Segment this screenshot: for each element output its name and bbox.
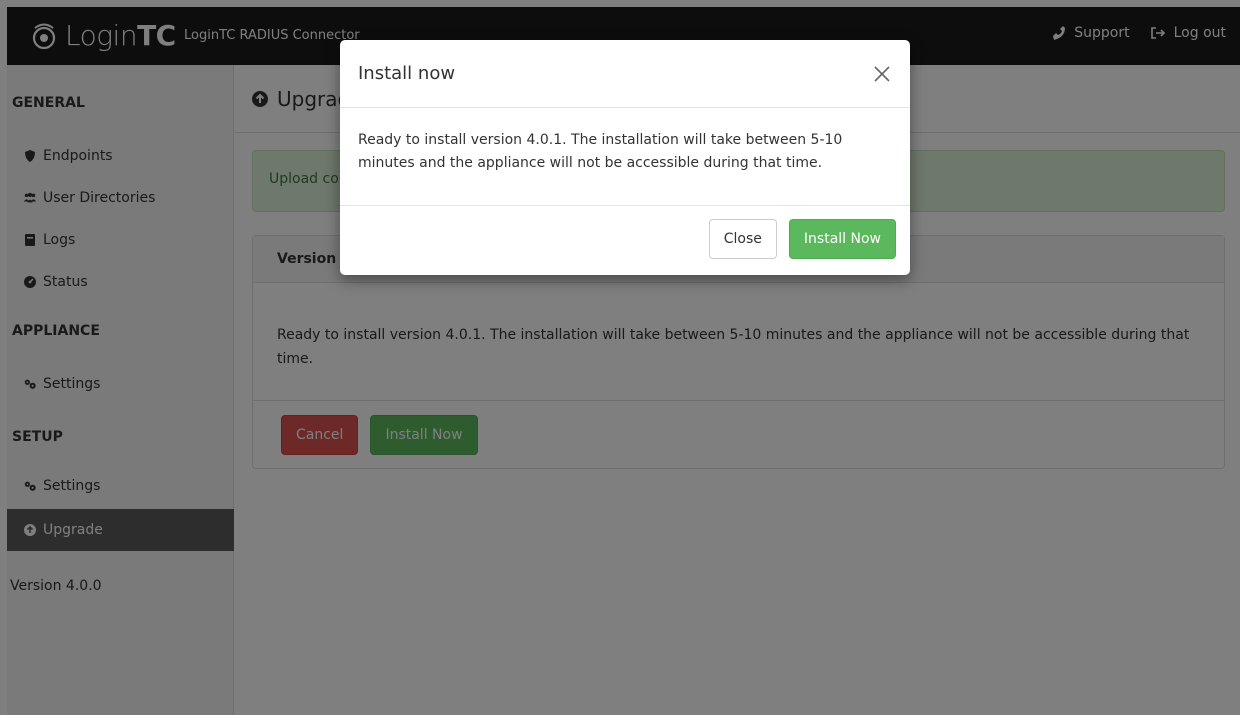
close-icon[interactable] — [872, 64, 892, 84]
install-modal: Install now Ready to install version 4.0… — [340, 40, 910, 275]
modal-title: Install now — [358, 63, 456, 84]
modal-body-text: Ready to install version 4.0.1. The inst… — [340, 108, 910, 206]
modal-header: Install now — [340, 40, 910, 108]
modal-close-button[interactable]: Close — [708, 219, 777, 259]
modal-install-now-button[interactable]: Install Now — [788, 219, 896, 259]
modal-footer: Close Install Now — [340, 206, 910, 272]
